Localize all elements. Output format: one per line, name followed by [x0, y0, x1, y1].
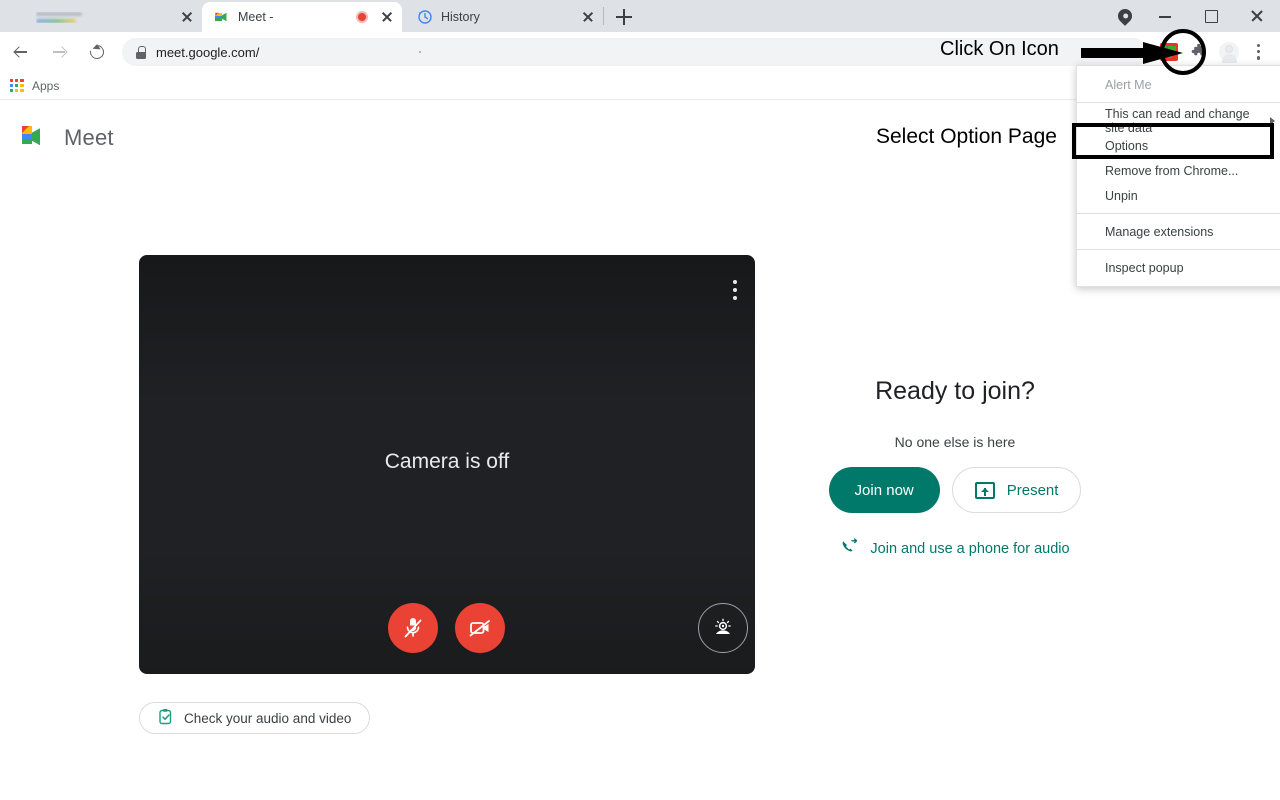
annotation-circle-highlight [1160, 29, 1206, 75]
menu-item-alert-me-label: Alert Me [1105, 77, 1152, 92]
lock-icon [136, 45, 146, 59]
meet-logo: Meet [18, 124, 114, 152]
clipboard-check-icon [158, 708, 174, 728]
minimize-icon[interactable] [1142, 0, 1188, 32]
tab-1-title: Meet - [238, 10, 274, 24]
no-one-else-subtitle: No one else is here [894, 434, 1016, 450]
ready-to-join-title: Ready to join? [875, 377, 1035, 405]
meet-brand-label: Meet [64, 125, 114, 150]
visual-effects-icon[interactable] [698, 603, 748, 653]
annotation-select-option-page: Select Option Page [876, 125, 1057, 148]
forward-arrow-icon[interactable] [42, 35, 76, 69]
phone-forward-icon [840, 538, 858, 560]
apps-grid-icon[interactable] [10, 78, 24, 93]
address-bar-url: meet.google.com/ [156, 44, 260, 60]
new-tab-button[interactable] [612, 5, 636, 29]
menu-separator-2 [1077, 213, 1280, 214]
maximize-icon[interactable] [1188, 0, 1234, 32]
extension-context-menu: Alert Me This can read and change site d… [1076, 65, 1280, 287]
check-audio-video-label: Check your audio and video [184, 710, 352, 726]
omnibox-caret-dot [419, 51, 422, 53]
join-by-phone-link[interactable]: Join and use a phone for audio [790, 538, 1120, 560]
tab-0-title [36, 11, 174, 23]
tab-0[interactable] [0, 2, 202, 32]
video-preview-tile: Camera is off [139, 255, 755, 674]
menu-item-unpin[interactable]: Unpin [1077, 183, 1280, 208]
menu-separator-1 [1077, 102, 1280, 103]
tab-2[interactable]: History [405, 2, 603, 32]
tab-separator [603, 7, 604, 25]
annotation-options-rectangle-highlight [1072, 123, 1274, 159]
tab-0-close-icon[interactable] [178, 8, 196, 26]
history-clock-icon [417, 9, 433, 25]
join-now-button[interactable]: Join now [828, 467, 940, 513]
tab-2-title: History [441, 10, 480, 24]
present-button[interactable]: Present [951, 467, 1082, 513]
menu-item-unpin-label: Unpin [1105, 188, 1138, 203]
present-screen-icon [974, 481, 995, 499]
camera-off-icon[interactable] [455, 603, 505, 653]
check-audio-video-button[interactable]: Check your audio and video [139, 702, 371, 734]
close-icon[interactable] [1234, 0, 1280, 32]
join-by-phone-label: Join and use a phone for audio [870, 541, 1070, 557]
tab-strip: Meet - History [0, 0, 1280, 32]
menu-separator-3 [1077, 249, 1280, 250]
tab-1[interactable]: Meet - [202, 2, 402, 32]
menu-item-manage-extensions[interactable]: Manage extensions [1077, 219, 1280, 244]
menu-item-remove-from-chrome-label: Remove from Chrome... [1105, 163, 1239, 178]
video-three-dot-menu-icon[interactable] [733, 280, 737, 304]
menu-item-inspect-popup-label: Inspect popup [1105, 260, 1184, 275]
bookmark-apps-label[interactable]: Apps [32, 79, 59, 93]
menu-item-inspect-popup[interactable]: Inspect popup [1077, 255, 1280, 280]
camera-status-text: Camera is off [384, 450, 510, 473]
pin-icon[interactable] [1108, 0, 1142, 32]
back-arrow-icon[interactable] [4, 35, 38, 69]
window-controls [1108, 0, 1280, 32]
menu-item-remove-from-chrome[interactable]: Remove from Chrome... [1077, 158, 1280, 183]
tab-recording-indicator-icon [356, 11, 368, 23]
menu-item-alert-me[interactable]: Alert Me [1077, 72, 1280, 97]
tab-1-close-icon[interactable] [378, 8, 396, 26]
microphone-off-icon[interactable] [388, 603, 438, 653]
menu-item-manage-extensions-label: Manage extensions [1105, 224, 1214, 239]
google-meet-logo [18, 124, 52, 152]
reload-icon[interactable] [80, 35, 114, 69]
google-meet-favicon [214, 9, 230, 25]
profile-avatar-icon[interactable] [1214, 37, 1244, 67]
chrome-three-dot-menu-icon[interactable] [1244, 37, 1274, 67]
present-button-label: Present [1006, 481, 1059, 499]
blurred-favicon [12, 9, 28, 25]
join-button-row: Join now Present [790, 467, 1120, 513]
tab-2-close-icon[interactable] [579, 8, 597, 26]
browser-window: Meet - History meet.google.com/ Apps Mee… [0, 0, 1280, 800]
annotation-click-on-icon: Click On Icon [940, 38, 1059, 60]
